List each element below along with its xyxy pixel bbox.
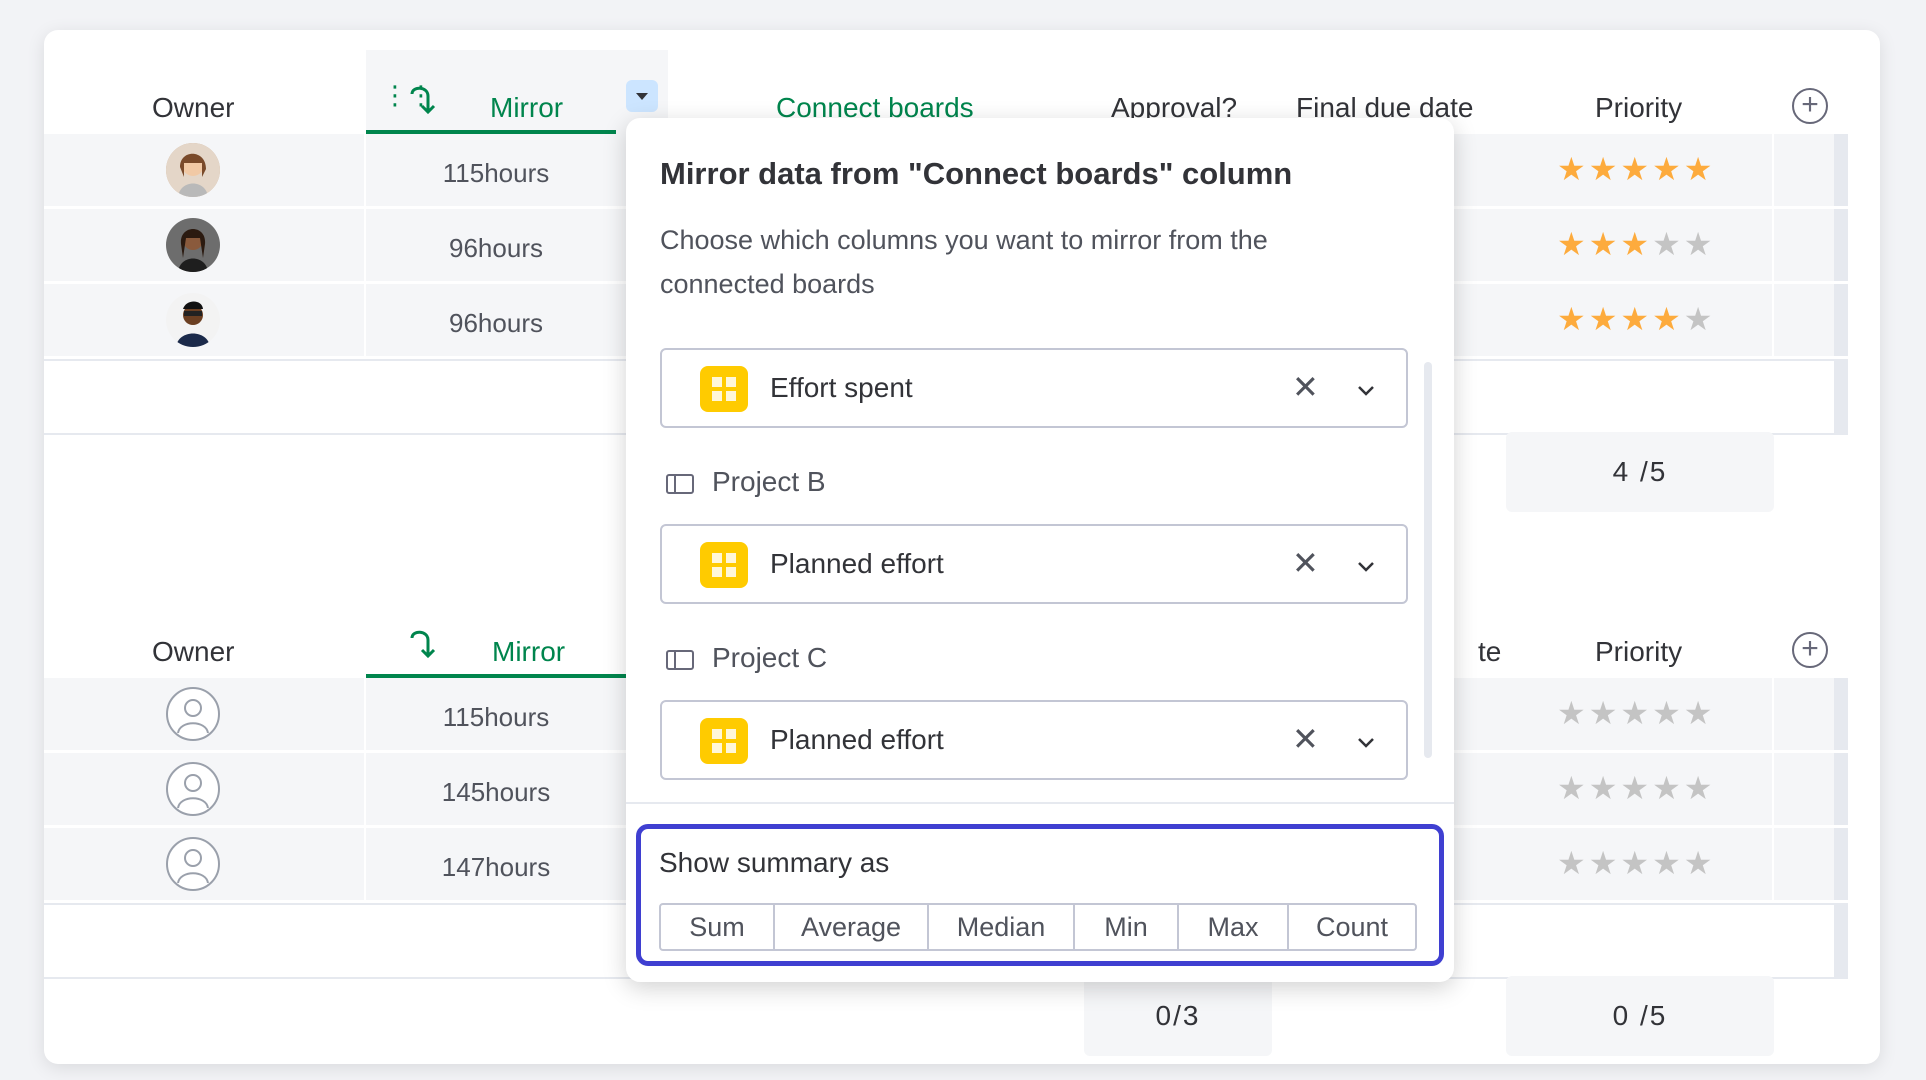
mirror-icon: [410, 630, 436, 659]
board-icon: [666, 474, 694, 494]
mirror-hours-value: 96hours: [449, 308, 543, 338]
mirror-column-select[interactable]: Planned effort ✕: [660, 524, 1408, 604]
mirror-hours-value: 96hours: [449, 233, 543, 263]
summary-option-median[interactable]: Median: [929, 905, 1075, 949]
owner-column-header[interactable]: Owner: [152, 92, 234, 124]
empty-avatar-icon[interactable]: [166, 687, 220, 741]
owner-avatar[interactable]: [166, 218, 220, 272]
priority-rating[interactable]: ★★★★★: [1557, 844, 1715, 882]
summary-option-average[interactable]: Average: [775, 905, 929, 949]
clear-icon[interactable]: ✕: [1292, 368, 1319, 406]
owner-avatar[interactable]: [166, 293, 220, 347]
mirror-column-select[interactable]: Planned effort ✕: [660, 700, 1408, 780]
chevron-down-icon[interactable]: [1356, 380, 1376, 400]
summary-segmented-control: Sum Average Median Min Max Count: [659, 903, 1417, 951]
owner-column-header[interactable]: Owner: [152, 636, 234, 668]
mirror-icon: [410, 86, 436, 115]
priority-rating[interactable]: ★★★★★: [1557, 300, 1715, 338]
mirror-settings-popup: Mirror data from "Connect boards" column…: [626, 118, 1454, 982]
summary-title: Show summary as: [659, 847, 890, 878]
mirror-column-header[interactable]: Mirror: [490, 92, 563, 124]
summary-option-sum[interactable]: Sum: [661, 905, 775, 949]
select-value: Effort spent: [770, 372, 913, 403]
divider: [626, 802, 1454, 804]
mirror-hours-value: 147hours: [441, 852, 551, 882]
add-column-icon[interactable]: +: [1792, 88, 1828, 124]
board-icon: [666, 650, 694, 670]
date-column-header[interactable]: te: [1478, 636, 1501, 668]
column-menu-dropdown-icon[interactable]: [626, 80, 658, 112]
numbers-column-icon: [700, 366, 748, 412]
priority-column-header[interactable]: Priority: [1595, 92, 1682, 124]
popup-description: Choose which columns you want to mirror …: [660, 225, 1268, 299]
priority-column-header[interactable]: Priority: [1595, 636, 1682, 668]
project-label: Project C: [712, 642, 828, 673]
priority-rating[interactable]: ★★★★★: [1557, 225, 1715, 263]
mirror-column-header[interactable]: Mirror: [492, 636, 565, 668]
priority-summary: 4 /5: [1506, 432, 1774, 512]
summary-option-count[interactable]: Count: [1289, 905, 1415, 949]
chevron-down-icon[interactable]: [1356, 732, 1376, 752]
add-column-icon[interactable]: +: [1792, 632, 1828, 668]
clear-icon[interactable]: ✕: [1292, 544, 1319, 582]
popup-title: Mirror data from "Connect boards" column: [660, 156, 1293, 191]
priority-rating[interactable]: ★★★★★: [1557, 769, 1715, 807]
summary-option-max[interactable]: Max: [1179, 905, 1289, 949]
approval-summary: 0/3: [1084, 976, 1272, 1056]
empty-avatar-icon[interactable]: [166, 837, 220, 891]
owner-avatar[interactable]: [166, 143, 220, 197]
summary-options-panel: Show summary as Sum Average Median Min M…: [636, 824, 1444, 966]
numbers-column-icon: [700, 718, 748, 764]
clear-icon[interactable]: ✕: [1292, 720, 1319, 758]
popup-scrollbar[interactable]: [1424, 362, 1432, 758]
summary-option-min[interactable]: Min: [1075, 905, 1179, 949]
mirror-column-select[interactable]: Effort spent ✕: [660, 348, 1408, 428]
numbers-column-icon: [700, 542, 748, 588]
project-label: Project B: [712, 466, 826, 497]
priority-summary: 0 /5: [1506, 976, 1774, 1056]
priority-rating[interactable]: ★★★★★: [1557, 150, 1715, 188]
chevron-down-icon[interactable]: [1356, 556, 1376, 576]
select-value: Planned effort: [770, 548, 944, 579]
mirror-hours-value: 115hours: [442, 158, 550, 188]
mirror-hours-value: 115hours: [442, 702, 550, 732]
priority-rating[interactable]: ★★★★★: [1557, 694, 1715, 732]
mirror-hours-value: 145hours: [441, 777, 551, 807]
select-value: Planned effort: [770, 724, 944, 755]
empty-avatar-icon[interactable]: [166, 762, 220, 816]
